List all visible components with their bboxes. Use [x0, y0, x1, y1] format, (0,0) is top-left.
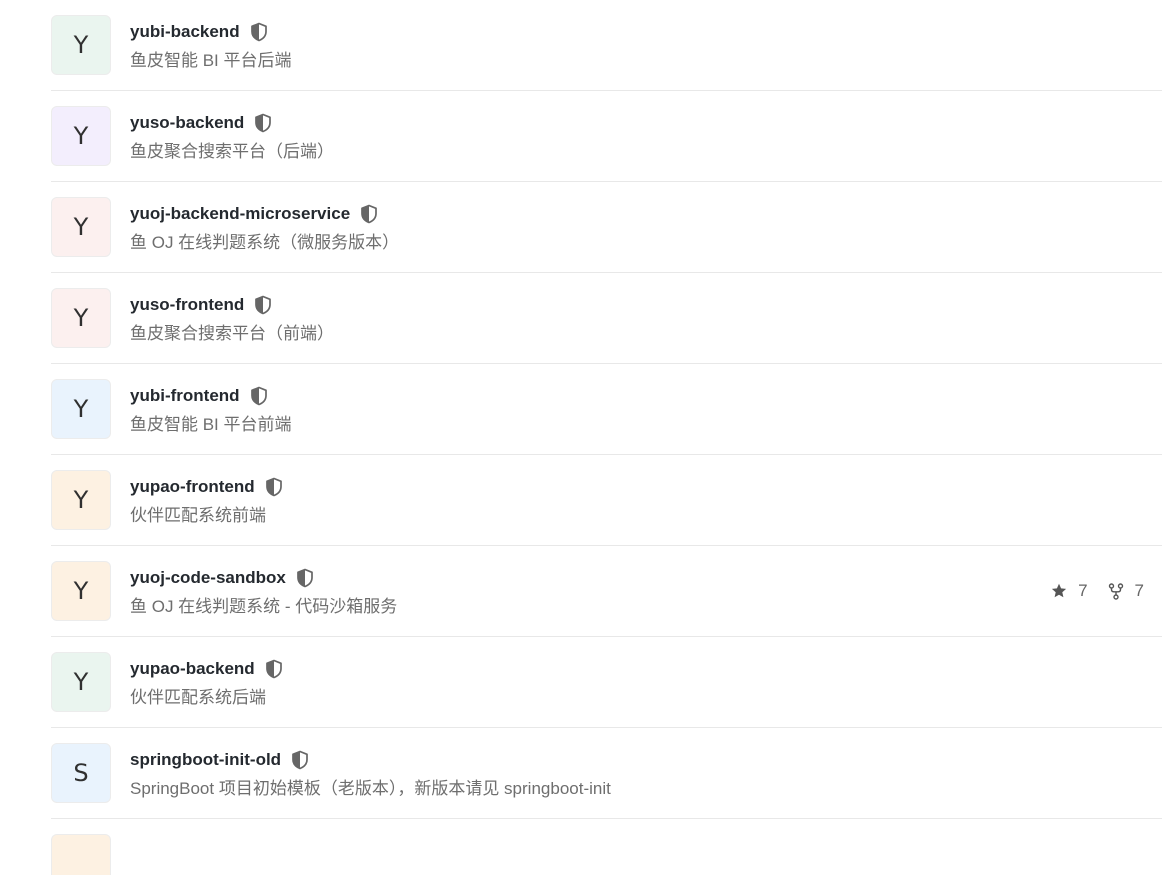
repo-title-line: yuoj-backend-microservice	[130, 202, 379, 226]
shield-icon	[249, 21, 269, 43]
repo-avatar: Y	[51, 288, 111, 348]
repo-avatar	[51, 834, 111, 875]
repo-title-line: yuso-backend	[130, 111, 273, 135]
repo-description: 伙伴匹配系统前端	[130, 506, 266, 525]
fork-count[interactable]: 7	[1108, 581, 1144, 601]
star-count[interactable]: 7	[1051, 581, 1088, 601]
repo-avatar: Y	[51, 106, 111, 166]
repo-description: 鱼皮聚合搜索平台（前端）	[130, 324, 334, 343]
repo-name-link[interactable]: yupao-frontend	[130, 477, 255, 497]
repo-row[interactable]: Yyuso-frontend 鱼皮聚合搜索平台（前端）	[51, 273, 1162, 364]
repo-row[interactable]: Yyuoj-backend-microservice 鱼 OJ 在线判题系统（微服…	[51, 182, 1162, 273]
repo-avatar: Y	[51, 197, 111, 257]
repo-title-line: yubi-backend	[130, 20, 269, 44]
fork-count-value: 7	[1134, 581, 1144, 600]
shield-icon	[253, 294, 273, 316]
repo-name-link[interactable]: yuso-frontend	[130, 295, 244, 315]
repo-name-link[interactable]: yuso-backend	[130, 113, 244, 133]
repo-avatar: Y	[51, 379, 111, 439]
shield-icon	[253, 112, 273, 134]
repo-title-line: yuoj-code-sandbox	[130, 566, 315, 590]
repo-description: 伙伴匹配系统后端	[130, 688, 266, 707]
shield-icon	[359, 203, 379, 225]
repo-row[interactable]: Yyubi-backend 鱼皮智能 BI 平台后端	[51, 0, 1162, 91]
repo-row[interactable]: Yyubi-frontend 鱼皮智能 BI 平台前端	[51, 364, 1162, 455]
repo-row[interactable]: Yyuso-backend 鱼皮聚合搜索平台（后端）	[51, 91, 1162, 182]
repo-title-line: yuso-frontend	[130, 293, 273, 317]
repo-name-link[interactable]: yupao-backend	[130, 659, 255, 679]
repo-title-line: yubi-frontend	[130, 384, 269, 408]
repo-description: 鱼 OJ 在线判题系统（微服务版本）	[130, 233, 400, 252]
repo-row[interactable]: Yyupao-backend 伙伴匹配系统后端	[51, 637, 1162, 728]
fork-icon	[1108, 582, 1129, 600]
repo-name-link[interactable]: yuoj-backend-microservice	[130, 204, 350, 224]
shield-icon	[290, 749, 310, 771]
repo-row-partial[interactable]	[51, 819, 1162, 875]
repo-row[interactable]: Yyuoj-code-sandbox 鱼 OJ 在线判题系统 - 代码沙箱服务 7 7	[51, 546, 1162, 637]
repo-description: 鱼皮智能 BI 平台前端	[130, 415, 292, 434]
repo-title-line: springboot-init-old	[130, 748, 310, 772]
repo-row[interactable]: Yyupao-frontend 伙伴匹配系统前端	[51, 455, 1162, 546]
star-count-value: 7	[1078, 581, 1088, 600]
shield-icon	[264, 658, 284, 680]
shield-icon	[249, 385, 269, 407]
shield-icon	[264, 476, 284, 498]
repo-avatar: Y	[51, 561, 111, 621]
repo-avatar: S	[51, 743, 111, 803]
repo-title-line: yupao-frontend	[130, 475, 284, 499]
repo-name-link[interactable]: yuoj-code-sandbox	[130, 568, 286, 588]
repo-avatar: Y	[51, 15, 111, 75]
repo-row[interactable]: Sspringboot-init-old SpringBoot 项目初始模板（老版…	[51, 728, 1162, 819]
repo-name-link[interactable]: yubi-frontend	[130, 386, 240, 406]
repo-avatar: Y	[51, 470, 111, 530]
shield-icon	[295, 567, 315, 589]
repo-description: 鱼 OJ 在线判题系统 - 代码沙箱服务	[130, 597, 398, 616]
repo-description: SpringBoot 项目初始模板（老版本），新版本请见 springboot-…	[130, 779, 611, 798]
repo-description: 鱼皮智能 BI 平台后端	[130, 51, 292, 70]
repo-name-link[interactable]: yubi-backend	[130, 22, 240, 42]
repository-list: Yyubi-backend 鱼皮智能 BI 平台后端 Yyuso-backend 鱼皮…	[51, 0, 1162, 875]
repo-stats: 77	[1051, 581, 1144, 601]
repo-avatar: Y	[51, 652, 111, 712]
repo-title-line: yupao-backend	[130, 657, 284, 681]
star-icon	[1051, 583, 1072, 599]
repo-name-link[interactable]: springboot-init-old	[130, 750, 281, 770]
repo-description: 鱼皮聚合搜索平台（后端）	[130, 142, 334, 161]
